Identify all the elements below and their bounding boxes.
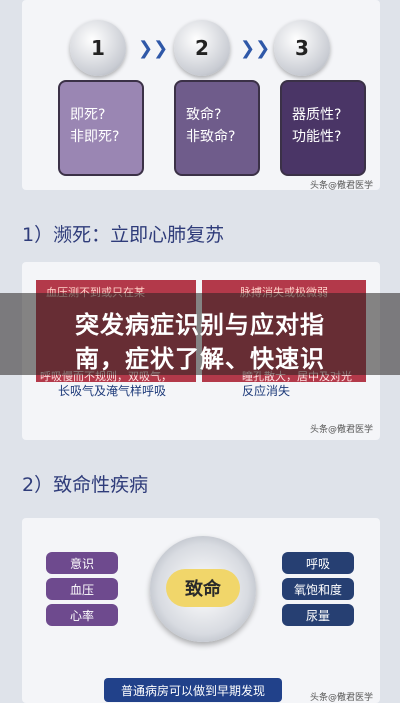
box-line: 致命? bbox=[186, 107, 222, 123]
step-3-circle: 3 bbox=[274, 20, 330, 76]
right-item-breath: 呼吸 bbox=[282, 552, 354, 574]
step-2-circle: 2 bbox=[174, 20, 230, 76]
title-line-2: 南，症状了解、快速识 bbox=[75, 345, 325, 373]
watermark: 头条@儆君医学 bbox=[310, 181, 374, 191]
arrow-icon: ❯❯ bbox=[240, 38, 271, 59]
right-item-urine: 尿量 bbox=[282, 604, 354, 626]
section2-heading: 2）致命性疾病 bbox=[22, 474, 149, 496]
steps-card: 1 ❯❯ 2 ❯❯ 3 即死? 非即死? 致命? 非致命? 器质性? 功能性? … bbox=[22, 0, 380, 191]
left-item-bp: 血压 bbox=[46, 578, 118, 600]
bottom-banner: 普通病房可以做到早期发现 bbox=[104, 678, 282, 702]
box-fatal: 致命? 非致命? bbox=[174, 80, 260, 176]
arrow-icon: ❯❯ bbox=[138, 38, 169, 59]
title-overlay: 突发病症识别与应对指 南，症状了解、快速识 bbox=[0, 293, 400, 375]
section1-heading: 1）濒死：立即心肺复苏 bbox=[22, 224, 225, 246]
watermark: 头条@儆君医学 bbox=[310, 425, 374, 435]
title-line-1: 突发病症识别与应对指 bbox=[75, 311, 325, 339]
box-line: 非致命? bbox=[186, 129, 236, 145]
right-bottom-text: 反应消失 bbox=[242, 384, 291, 398]
box-death: 即死? 非即死? bbox=[58, 80, 144, 176]
center-label: 致命 bbox=[166, 569, 240, 607]
watermark: 头条@儆君医学 bbox=[310, 693, 374, 703]
box-line: 器质性? bbox=[292, 107, 342, 123]
box-organic: 器质性? 功能性? bbox=[280, 80, 366, 176]
box-line: 即死? bbox=[70, 107, 106, 123]
left-item-hr: 心率 bbox=[46, 604, 118, 626]
left-item-consciousness: 意识 bbox=[46, 552, 118, 574]
box-line: 非即死? bbox=[70, 129, 120, 145]
step-1-circle: 1 bbox=[70, 20, 126, 76]
box-line: 功能性? bbox=[292, 129, 342, 145]
right-item-spo2: 氧饱和度 bbox=[282, 578, 354, 600]
left-bottom-text: 长吸气及淹气样呼吸 bbox=[58, 384, 167, 398]
